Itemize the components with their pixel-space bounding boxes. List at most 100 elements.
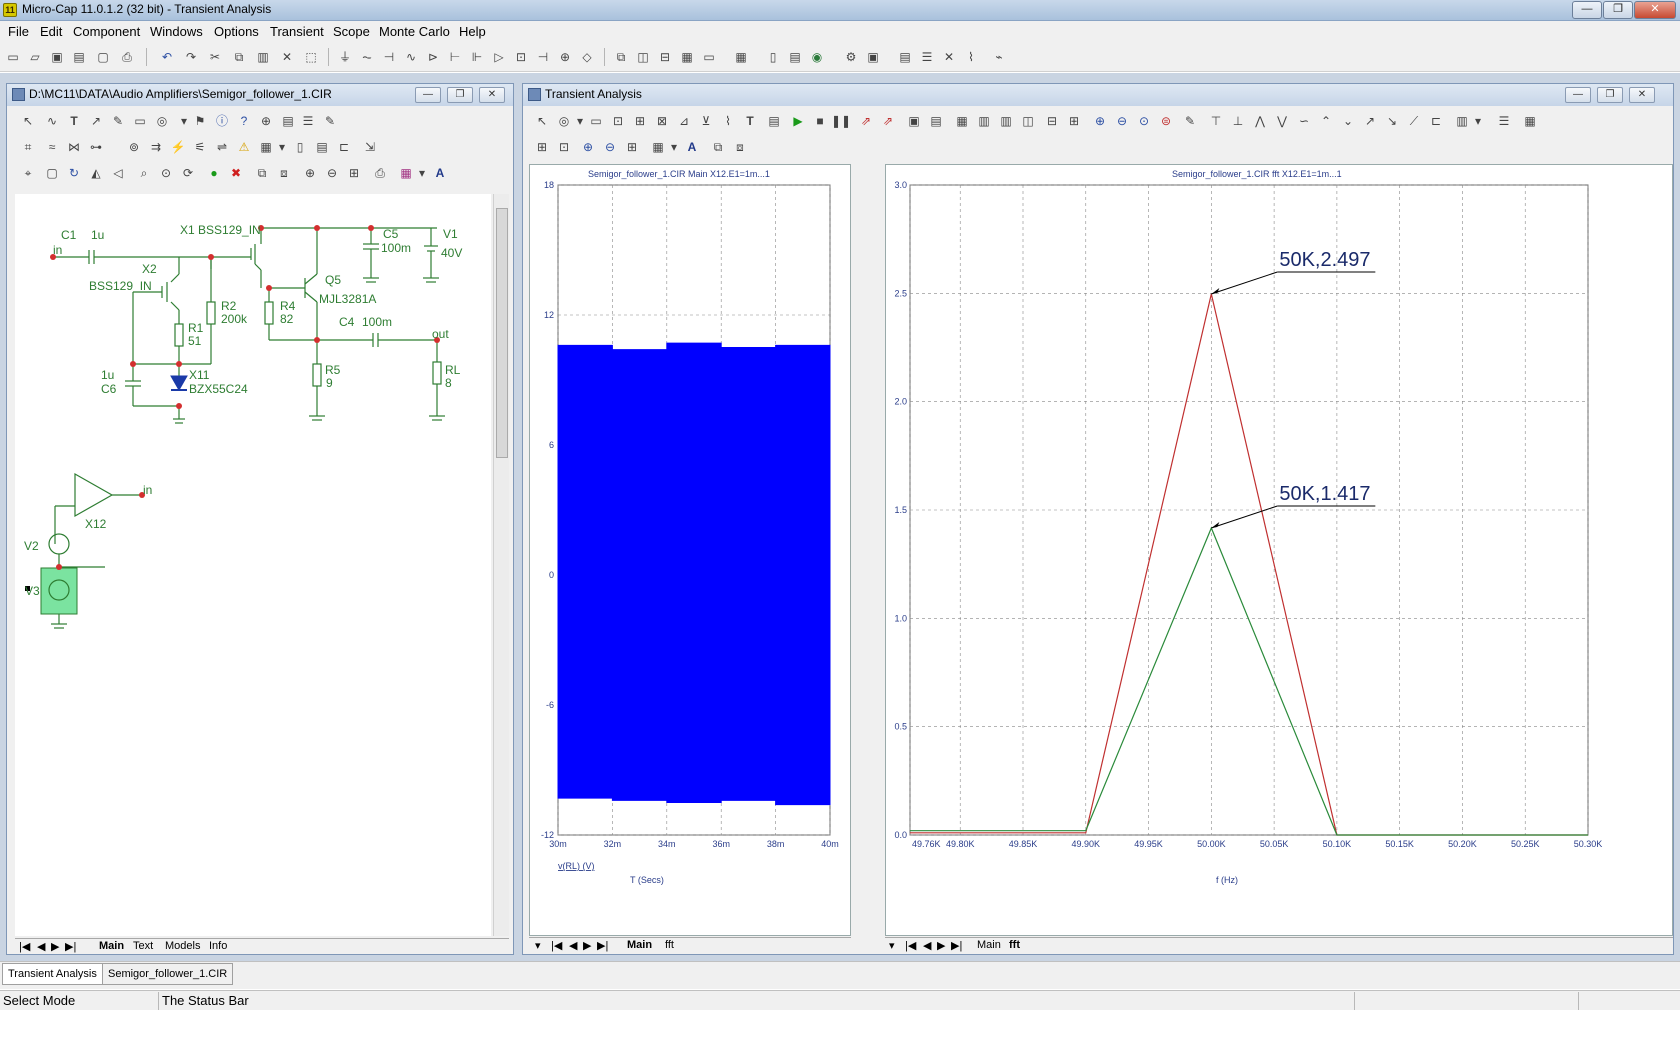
group-icon[interactable]: ⧉ xyxy=(709,138,727,156)
paste-icon[interactable]: ▥ xyxy=(254,48,272,66)
transistor-component-icon[interactable]: ⊢ xyxy=(446,48,464,66)
attribute-text-icon[interactable]: ≈ xyxy=(43,138,61,156)
open-folder-icon[interactable]: ▱ xyxy=(26,48,44,66)
ungroup-icon[interactable]: ⧈ xyxy=(731,138,749,156)
printer-icon[interactable]: ⎙ xyxy=(371,164,389,182)
cursor-step-icon[interactable]: ⊏ xyxy=(1427,112,1445,130)
cursor-icon[interactable]: ⊿ xyxy=(675,112,693,130)
tab-main[interactable]: Main xyxy=(977,939,1001,951)
schematic-maximize-button[interactable]: ❐ xyxy=(447,87,473,103)
find-icon[interactable]: ⌕ xyxy=(135,164,153,182)
cursor-top-icon[interactable]: ↗ xyxy=(1361,112,1379,130)
tools-icon[interactable]: ✕ xyxy=(940,48,958,66)
maximize-button[interactable]: ❐ xyxy=(1603,1,1633,19)
node-voltages-icon[interactable]: ⊚ xyxy=(125,138,143,156)
properties-icon[interactable]: ▤ xyxy=(786,48,804,66)
warning-icon[interactable]: ⚠ xyxy=(235,138,253,156)
switch-component-icon[interactable]: ⊡ xyxy=(512,48,530,66)
page-icon[interactable]: ▯ xyxy=(291,138,309,156)
dropdown-arrow-icon[interactable]: ▾ xyxy=(273,138,291,156)
save-icon[interactable]: ▣ xyxy=(48,48,66,66)
zoom-out-icon[interactable]: ⊖ xyxy=(323,164,341,182)
help-icon[interactable]: ? xyxy=(235,112,253,130)
text-mode-icon[interactable]: T xyxy=(65,112,83,130)
menu-help[interactable]: Help xyxy=(459,24,486,39)
pin-connections-icon[interactable]: ⊶ xyxy=(87,138,105,156)
analysis-icon[interactable]: ⌇ xyxy=(962,48,980,66)
table-icon[interactable]: ☰ xyxy=(299,112,317,130)
group-icon[interactable]: ⧉ xyxy=(253,164,271,182)
cursor-inflection-icon[interactable]: ∽ xyxy=(1295,112,1313,130)
numeric-output-icon[interactable]: ☰ xyxy=(1495,112,1513,130)
zoom-region-icon[interactable]: ⊞ xyxy=(631,112,649,130)
stop-icon[interactable]: ✖ xyxy=(227,164,245,182)
tab-last-icon[interactable]: ▶| xyxy=(597,939,608,952)
list-icon[interactable]: ☰ xyxy=(918,48,936,66)
limits-icon[interactable]: ▤ xyxy=(765,112,783,130)
tab-first-icon[interactable]: |◀ xyxy=(551,939,562,952)
box-icon[interactable]: ▢ xyxy=(43,164,61,182)
tab-prev-icon[interactable]: ◀ xyxy=(569,939,577,952)
separate-plots-icon[interactable]: ⊟ xyxy=(1043,112,1061,130)
text-mode-icon[interactable]: T xyxy=(741,112,759,130)
transient-close-button[interactable]: ✕ xyxy=(1629,87,1655,103)
tab-models[interactable]: Models xyxy=(165,940,200,952)
tab-next-icon[interactable]: ▶ xyxy=(583,939,591,952)
power-icon[interactable]: ⚡ xyxy=(169,138,187,156)
rotate-icon[interactable]: ↻ xyxy=(65,164,83,182)
plot-properties-icon[interactable]: ⇗ xyxy=(857,112,875,130)
grid-columns-icon[interactable]: ◫ xyxy=(1019,112,1037,130)
tokens-icon[interactable]: ⊞ xyxy=(533,138,551,156)
scrollbar-thumb[interactable] xyxy=(496,208,508,458)
binoculars-icon[interactable]: ⊙ xyxy=(157,164,175,182)
mirror-icon[interactable]: ◭ xyxy=(87,164,105,182)
resistor-component-icon[interactable]: ⏦ xyxy=(358,48,376,66)
menu-file[interactable]: File xyxy=(8,24,29,39)
run-icon[interactable]: ▶ xyxy=(789,112,807,130)
page-text-icon[interactable]: ▤ xyxy=(313,138,331,156)
cursor-bottom-icon[interactable]: ↘ xyxy=(1383,112,1401,130)
close-button[interactable]: ✕ xyxy=(1634,1,1676,19)
undo-icon[interactable]: ↶ xyxy=(158,48,176,66)
data-points-icon[interactable]: ⊡ xyxy=(555,138,573,156)
component-mode-icon[interactable]: ↗ xyxy=(87,112,105,130)
cursor-low-icon[interactable]: ⋁ xyxy=(1273,112,1291,130)
grid-toggle-icon[interactable]: ⋈ xyxy=(65,138,83,156)
dropdown-arrow-icon[interactable]: ▾ xyxy=(1469,112,1487,130)
arrange-icon[interactable]: ▦ xyxy=(678,48,696,66)
stop-run-icon[interactable]: ■ xyxy=(811,112,829,130)
zoom-minus-icon[interactable]: ⊖ xyxy=(601,138,619,156)
tab-first-icon[interactable]: |◀ xyxy=(19,940,30,953)
info-icon[interactable]: ⓘ xyxy=(213,112,231,130)
zoom-in-icon[interactable]: ⊕ xyxy=(1091,112,1109,130)
print-icon[interactable]: ⎙ xyxy=(118,48,136,66)
font-icon[interactable]: A xyxy=(683,138,701,156)
add-icon[interactable]: ● xyxy=(205,164,223,182)
select-mode-icon[interactable]: ↖ xyxy=(19,112,37,130)
cursor-slope-icon[interactable]: ⟋ xyxy=(1405,112,1423,130)
grid-vertical-icon[interactable]: ▥ xyxy=(997,112,1015,130)
grid-text-icon[interactable]: ▤ xyxy=(279,112,297,130)
tab-main[interactable]: Main xyxy=(99,940,124,952)
save-all-icon[interactable]: ▤ xyxy=(70,48,88,66)
inductor-component-icon[interactable]: ∿ xyxy=(402,48,420,66)
tab-fft[interactable]: fft xyxy=(1009,939,1020,951)
ungroup-icon[interactable]: ⧈ xyxy=(275,164,293,182)
waveform-icon[interactable]: ⌇ xyxy=(719,112,737,130)
menu-windows[interactable]: Windows xyxy=(150,24,203,39)
menu-transient[interactable]: Transient xyxy=(270,24,324,39)
tab-last-icon[interactable]: ▶| xyxy=(951,939,962,952)
zoom-box-icon[interactable]: ⊡ xyxy=(609,112,627,130)
select-all-icon[interactable]: ⬚ xyxy=(302,48,320,66)
node-numbers-icon[interactable]: ⌗ xyxy=(19,138,37,156)
doc-tab-transient-analysis[interactable]: Transient Analysis xyxy=(2,963,103,985)
diode-component-icon[interactable]: ⊳ xyxy=(424,48,442,66)
tab-prev-icon[interactable]: ◀ xyxy=(37,940,45,953)
add-curve-icon[interactable]: ⇗ xyxy=(879,112,897,130)
pan-icon[interactable]: ⊠ xyxy=(653,112,671,130)
cursor-high-icon[interactable]: ⋀ xyxy=(1251,112,1269,130)
capacitor-component-icon[interactable]: ⊣ xyxy=(380,48,398,66)
tab-text[interactable]: Text xyxy=(133,940,153,952)
tab-next-icon[interactable]: ▶ xyxy=(51,940,59,953)
tab-last-icon[interactable]: ▶| xyxy=(65,940,76,953)
